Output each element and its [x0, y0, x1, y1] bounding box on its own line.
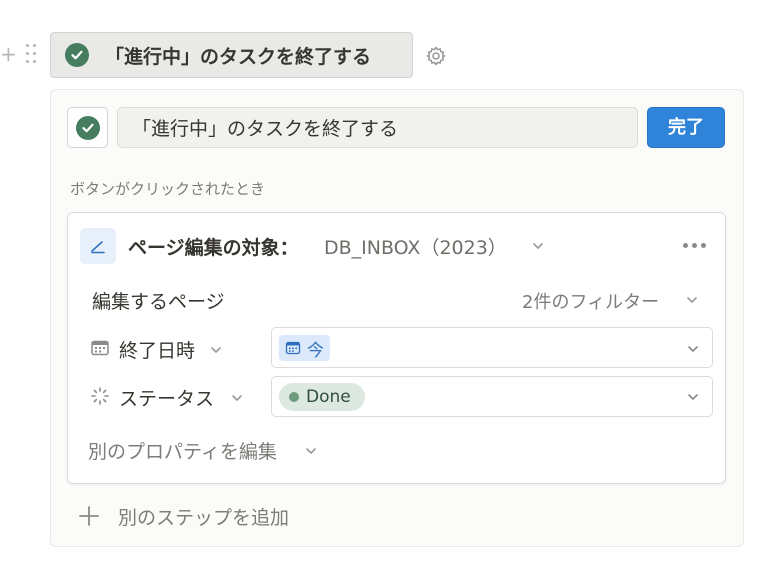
status-dot-icon: [289, 392, 299, 402]
add-step-button[interactable]: 別のステップを追加: [118, 503, 289, 530]
action-title: ページ編集の対象：: [128, 237, 299, 259]
date-value-tag: 今: [279, 335, 330, 361]
chevron-down-icon[interactable]: [303, 443, 319, 459]
status-value-tag: Done: [279, 383, 365, 411]
status-value-text: Done: [306, 387, 351, 407]
check-circle-icon: [65, 43, 89, 67]
chevron-down-icon[interactable]: [208, 342, 224, 358]
more-options-icon[interactable]: [683, 238, 709, 252]
chevron-down-icon[interactable]: [229, 390, 245, 406]
property-name-end-date[interactable]: 終了日時: [119, 336, 195, 363]
check-circle-icon: [75, 115, 100, 140]
filter-dropdown[interactable]: 2件のフィルター: [522, 288, 659, 314]
button-block-label: 「進行中」のタスクを終了する: [105, 45, 372, 68]
date-value-text: 今: [307, 340, 324, 361]
pages-to-edit-label: 編集するページ: [92, 291, 225, 313]
calendar-icon: [90, 338, 110, 358]
property-name-status[interactable]: ステータス: [119, 384, 214, 411]
chevron-down-icon[interactable]: [685, 389, 701, 405]
button-icon-picker[interactable]: [67, 107, 108, 148]
action-button-block[interactable]: 「進行中」のタスクを終了する: [50, 32, 413, 78]
button-name-input[interactable]: [117, 107, 638, 148]
trigger-label: ボタンがクリックされたとき: [70, 180, 266, 198]
target-database[interactable]: DB_INBOX（2023）: [324, 233, 507, 260]
chevron-down-icon[interactable]: [685, 341, 701, 357]
chevron-down-icon[interactable]: [684, 292, 700, 308]
chevron-down-icon[interactable]: [530, 238, 546, 254]
plus-icon[interactable]: [78, 505, 100, 527]
edit-other-property-button[interactable]: 別のプロパティを編集: [88, 437, 277, 464]
edit-pencil-icon: [80, 228, 116, 264]
end-date-value-field[interactable]: [271, 327, 713, 368]
gear-icon[interactable]: [425, 45, 447, 67]
calendar-icon: [285, 341, 301, 355]
status-spinner-icon: [90, 386, 110, 406]
drag-handle-icon[interactable]: [26, 42, 40, 66]
done-button[interactable]: 完了: [647, 107, 725, 148]
add-block-icon[interactable]: +: [0, 44, 17, 64]
